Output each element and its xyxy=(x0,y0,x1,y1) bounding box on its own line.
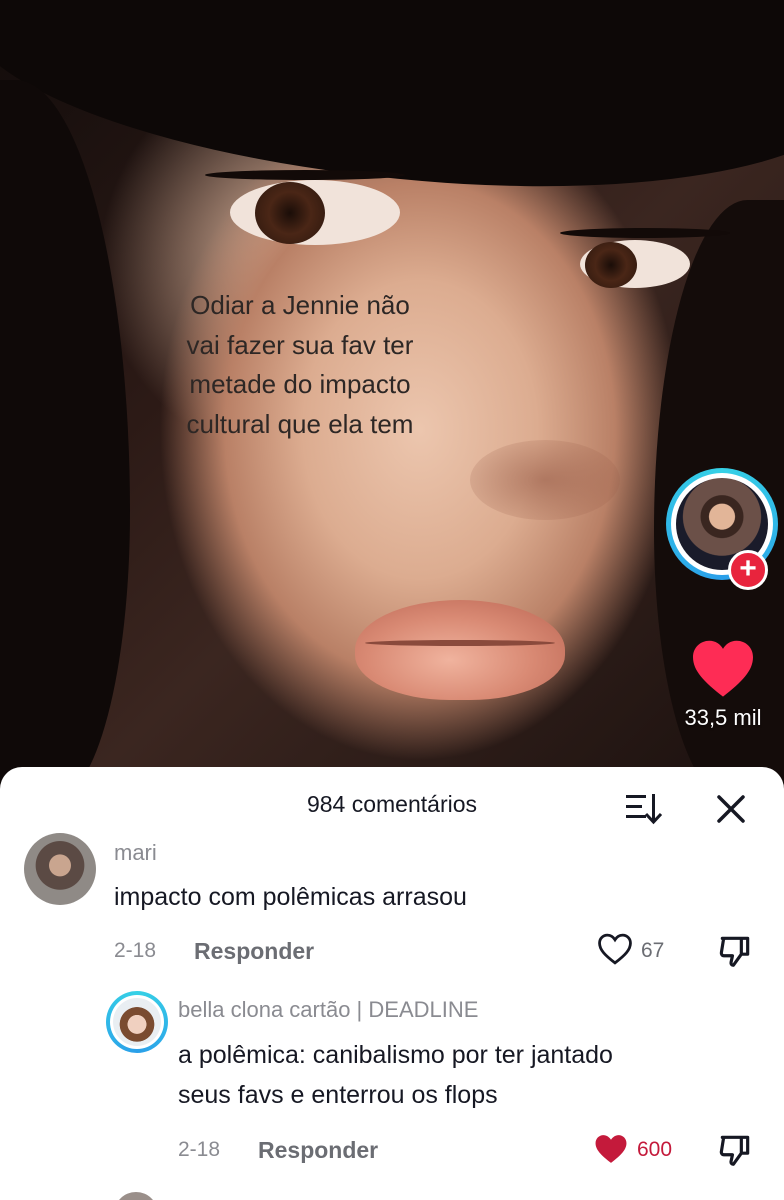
reply-button[interactable]: Responder xyxy=(194,938,314,965)
next-comment-avatar[interactable] xyxy=(114,1192,158,1200)
sort-icon[interactable] xyxy=(624,791,662,825)
reply-username[interactable]: bella clona cartão | DEADLINE xyxy=(178,997,478,1023)
comment-text: impacto com polêmicas arrasou xyxy=(114,883,467,911)
nose-shadow xyxy=(470,440,620,520)
heart-icon xyxy=(693,640,753,697)
eye-left xyxy=(230,180,400,245)
dislike-icon[interactable] xyxy=(716,932,754,970)
reply-button[interactable]: Responder xyxy=(258,1137,378,1164)
lip-line xyxy=(365,640,555,646)
close-icon[interactable] xyxy=(714,792,748,826)
reply-text-line2: seus favs e enterrou os flops xyxy=(178,1081,498,1109)
comments-sheet: 984 comentários mari impacto com polêmic… xyxy=(0,767,784,1200)
comment-avatar-mari[interactable] xyxy=(24,833,96,905)
reply-avatar[interactable] xyxy=(113,998,161,1046)
reply-avatar-ring[interactable] xyxy=(106,991,168,1053)
eye-right xyxy=(580,240,690,288)
hair-fringe xyxy=(0,0,784,212)
dislike-icon[interactable] xyxy=(716,1131,754,1169)
reply-like-count: 600 xyxy=(637,1138,673,1161)
heart-outline-icon[interactable] xyxy=(596,932,634,966)
eyelashes-right xyxy=(560,228,730,238)
eyelashes-left xyxy=(205,170,405,180)
comments-count-title: 984 comentários xyxy=(306,791,478,817)
follow-plus-button[interactable]: + xyxy=(728,550,768,590)
video-background[interactable]: Odiar a Jennie não vai fazer sua fav ter… xyxy=(0,0,784,800)
comment-date: 2-18 xyxy=(114,939,157,962)
comment-like-count: 67 xyxy=(641,939,665,962)
video-caption-overlay: Odiar a Jennie não vai fazer sua fav ter… xyxy=(186,290,414,439)
reply-text-line1: a polêmica: canibalismo por ter jantado xyxy=(178,1041,613,1069)
reply-date: 2-18 xyxy=(178,1138,221,1161)
comment-username[interactable]: mari xyxy=(114,840,157,866)
video-like-count: 33,5 mil xyxy=(684,705,762,730)
heart-filled-icon[interactable] xyxy=(592,1132,630,1166)
video-like-button[interactable] xyxy=(690,638,756,698)
hair-left xyxy=(0,80,130,800)
lips xyxy=(355,600,565,700)
